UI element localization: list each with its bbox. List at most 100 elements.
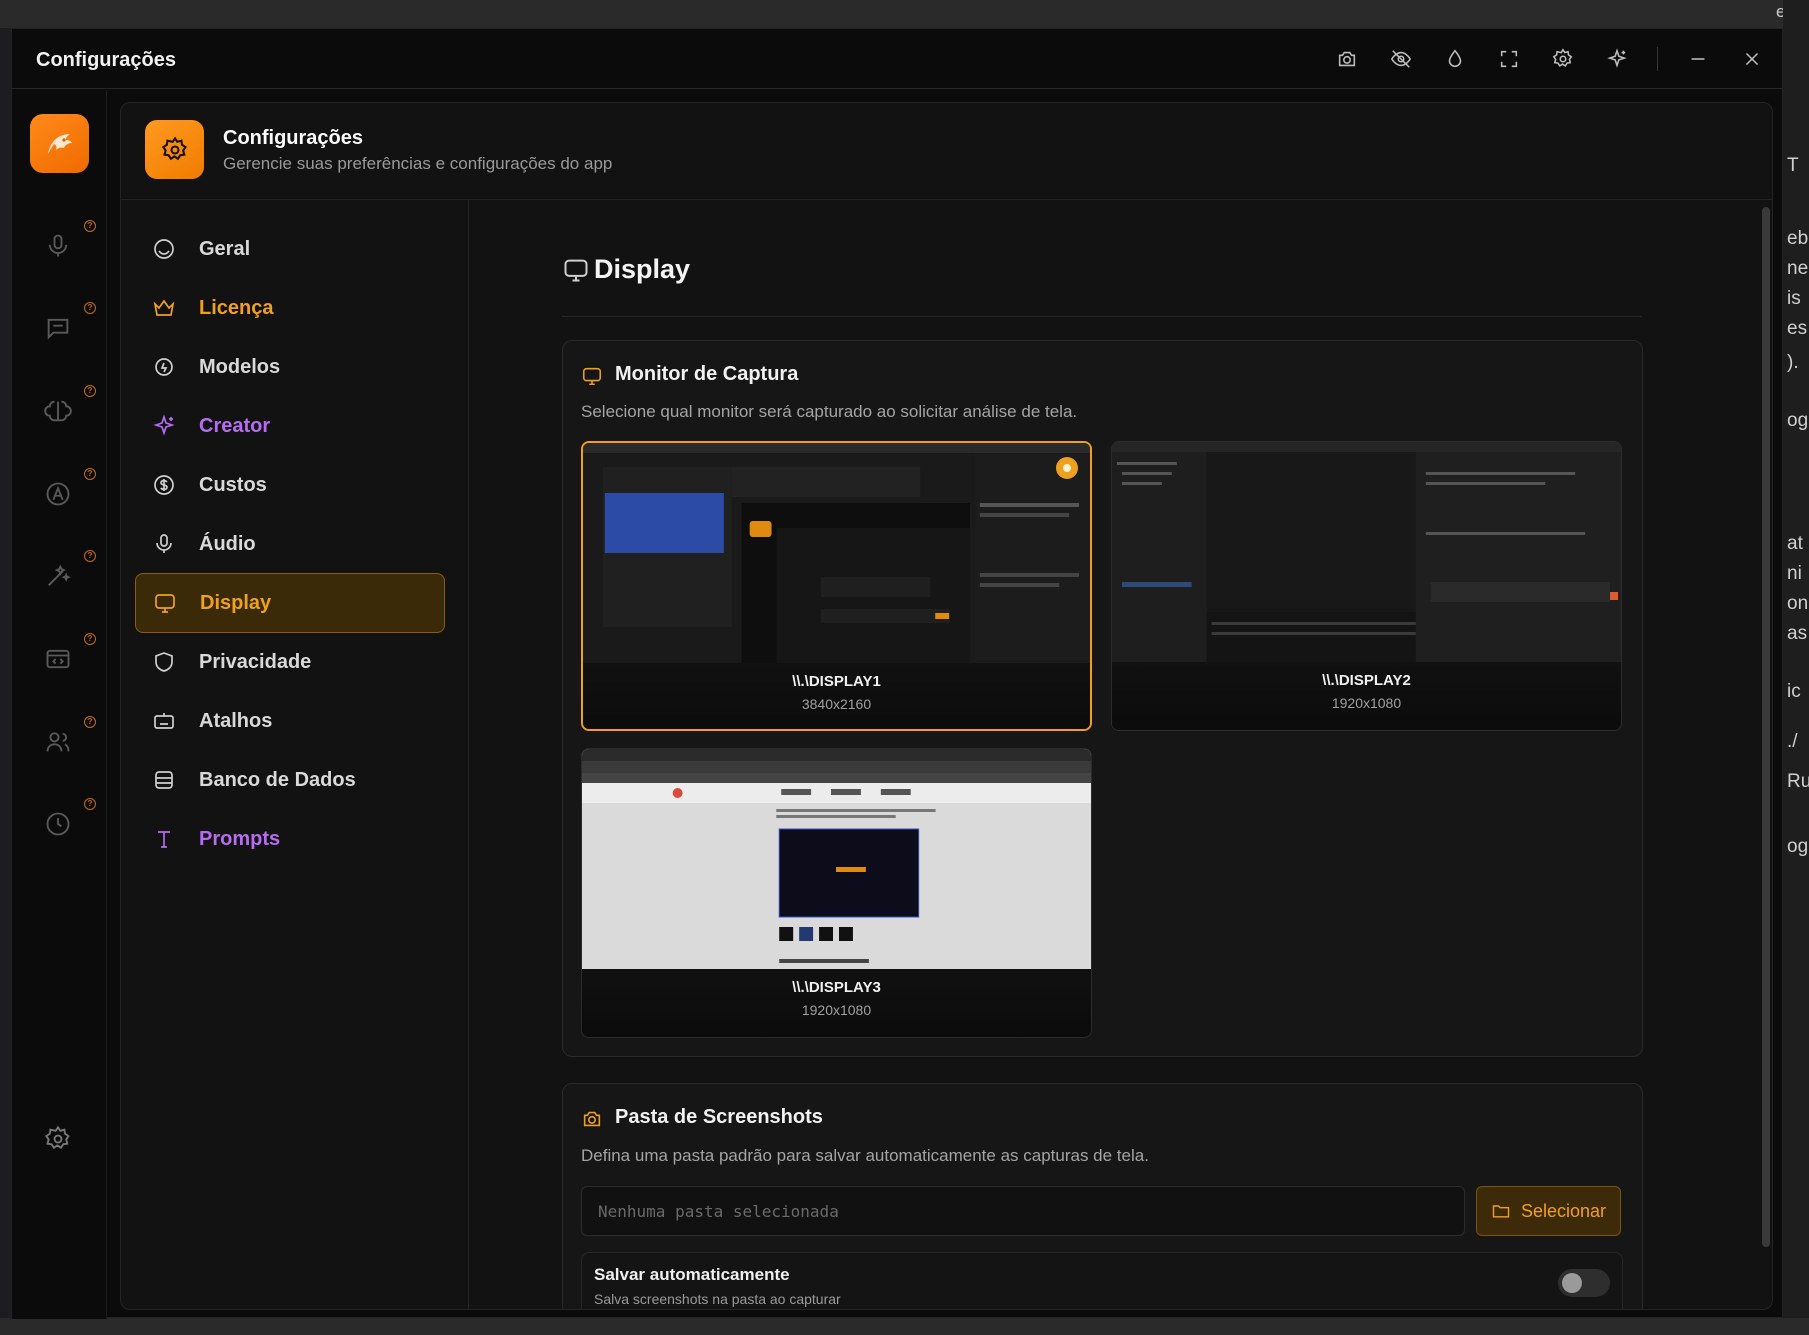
camera-icon[interactable] xyxy=(1331,43,1363,75)
nav-item-banco-de-dados[interactable]: Banco de Dados xyxy=(135,750,445,810)
lock-badge-icon: ? xyxy=(84,633,96,645)
settings-window: Configurações ? ? ? ? ? ? ? ? Configuraç… xyxy=(11,28,1783,1319)
nav-label: Display xyxy=(200,591,272,614)
sparkles-icon xyxy=(151,413,177,439)
lock-badge-icon: ? xyxy=(84,302,96,314)
nav-item-atalhos[interactable]: Atalhos xyxy=(135,691,445,751)
monitor-name: \\.\DISPLAY2 xyxy=(1322,672,1411,689)
panel-header: Configurações Gerencie suas preferências… xyxy=(121,103,1772,200)
selected-indicator-icon xyxy=(1056,457,1078,479)
nav-item-display[interactable]: Display xyxy=(135,573,445,633)
rail-settings[interactable] xyxy=(40,1121,76,1157)
screenshot-folder-input[interactable] xyxy=(581,1186,1465,1236)
droplet-icon[interactable] xyxy=(1439,43,1471,75)
keyboard-icon xyxy=(151,708,177,734)
bg-text: es xyxy=(1787,318,1808,339)
content-scrollbar[interactable] xyxy=(1762,207,1770,1307)
monitor-resolution: 1920x1080 xyxy=(1331,695,1402,711)
nav-label: Creator xyxy=(199,414,271,437)
close-icon[interactable] xyxy=(1736,43,1768,75)
lock-badge-icon: ? xyxy=(84,220,96,232)
monitor-preview xyxy=(582,749,1091,969)
nav-item-licenca[interactable]: Licença xyxy=(135,278,445,338)
microphone-icon xyxy=(151,531,177,557)
app-logo[interactable] xyxy=(30,114,89,173)
nav-label: Áudio xyxy=(199,532,256,555)
brain-icon xyxy=(44,400,72,422)
rail-assistant[interactable]: ? xyxy=(40,468,96,512)
select-folder-button[interactable]: Selecionar xyxy=(1476,1186,1621,1236)
bg-text: as xyxy=(1787,623,1808,644)
rail-brain[interactable]: ? xyxy=(40,385,96,429)
geral-icon xyxy=(151,236,177,262)
camera-icon xyxy=(581,1108,603,1130)
nav-label: Modelos xyxy=(199,355,281,378)
clock-icon xyxy=(46,812,70,836)
assistant-icon xyxy=(46,482,70,506)
gear-icon[interactable] xyxy=(1547,43,1579,75)
minimize-icon[interactable] xyxy=(1682,43,1714,75)
lock-badge-icon: ? xyxy=(84,550,96,562)
nav-item-audio[interactable]: Áudio xyxy=(135,514,445,574)
nav-item-creator[interactable]: Creator xyxy=(135,396,445,456)
monitor-option-display2[interactable]: \\.\DISPLAY2 1920x1080 xyxy=(1111,441,1622,731)
monitor-option-display1[interactable]: \\.\DISPLAY1 3840x2160 xyxy=(581,441,1092,731)
gear-icon xyxy=(45,1125,70,1150)
bg-text: og xyxy=(1787,836,1809,857)
rail-history[interactable]: ? xyxy=(40,798,96,842)
monitor-option-display3[interactable]: \\.\DISPLAY3 1920x1080 xyxy=(581,748,1092,1038)
page-title: Configurações xyxy=(223,127,364,149)
window-title: Configurações xyxy=(36,49,177,71)
card-description: Selecione qual monitor será capturado ao… xyxy=(581,402,1078,421)
auto-save-subtitle: Salva screenshots na pasta ao capturar xyxy=(594,1291,841,1307)
dollar-icon xyxy=(151,472,177,498)
nav-label: Prompts xyxy=(199,827,281,850)
auto-save-toggle[interactable] xyxy=(1558,1269,1610,1297)
rail-chat[interactable]: ? xyxy=(40,302,96,346)
bg-text: at xyxy=(1787,533,1803,554)
nav-label: Banco de Dados xyxy=(199,768,356,791)
magic-wand-icon xyxy=(48,564,71,586)
monitor-caption: \\.\DISPLAY1 3840x2160 xyxy=(583,663,1090,729)
app-rail: ? ? ? ? ? ? ? ? xyxy=(12,90,107,1319)
bg-text: ne xyxy=(1787,258,1809,279)
auto-save-title: Salvar automaticamente xyxy=(594,1265,790,1284)
rail-microphone[interactable]: ? xyxy=(40,220,96,264)
bg-text: ni xyxy=(1787,563,1802,584)
monitor-caption: \\.\DISPLAY3 1920x1080 xyxy=(582,969,1091,1037)
rail-code[interactable]: ? xyxy=(40,633,96,677)
nav-label: Custos xyxy=(199,473,267,496)
code-window-icon xyxy=(46,649,70,669)
capture-monitor-card: Monitor de Captura Selecione qual monito… xyxy=(562,340,1643,1057)
rail-users[interactable]: ? xyxy=(40,716,96,760)
monitor-preview xyxy=(1112,442,1621,662)
models-icon xyxy=(151,354,177,380)
bg-text: Ru xyxy=(1787,771,1809,792)
monitor-icon xyxy=(581,365,603,387)
sparkles-icon[interactable] xyxy=(1601,43,1633,75)
monitor-icon xyxy=(562,256,590,284)
rail-magic[interactable]: ? xyxy=(40,550,96,594)
nav-item-privacidade[interactable]: Privacidade xyxy=(135,632,445,692)
bg-text: ). xyxy=(1787,352,1799,373)
text-icon xyxy=(151,826,177,852)
title-bar[interactable]: Configurações xyxy=(12,29,1782,89)
fullscreen-icon[interactable] xyxy=(1493,43,1525,75)
bg-text: on xyxy=(1787,593,1809,614)
bg-text: ./ xyxy=(1787,731,1798,752)
eye-off-icon[interactable] xyxy=(1385,43,1417,75)
nav-item-modelos[interactable]: Modelos xyxy=(135,337,445,397)
users-icon xyxy=(46,732,70,752)
nav-item-prompts[interactable]: Prompts xyxy=(135,809,445,869)
nav-item-custos[interactable]: Custos xyxy=(135,455,445,515)
gear-icon xyxy=(145,120,204,179)
scrollbar-thumb[interactable] xyxy=(1762,207,1770,1247)
bg-text: eb xyxy=(1787,228,1809,249)
microphone-icon xyxy=(48,234,68,257)
nav-label: Geral xyxy=(199,237,251,260)
crown-icon xyxy=(151,295,177,321)
folder-icon xyxy=(1492,1205,1510,1218)
title-bar-actions xyxy=(1331,43,1768,75)
nav-item-geral[interactable]: Geral xyxy=(135,219,445,279)
page-subtitle: Gerencie suas preferências e configuraçõ… xyxy=(223,154,613,173)
